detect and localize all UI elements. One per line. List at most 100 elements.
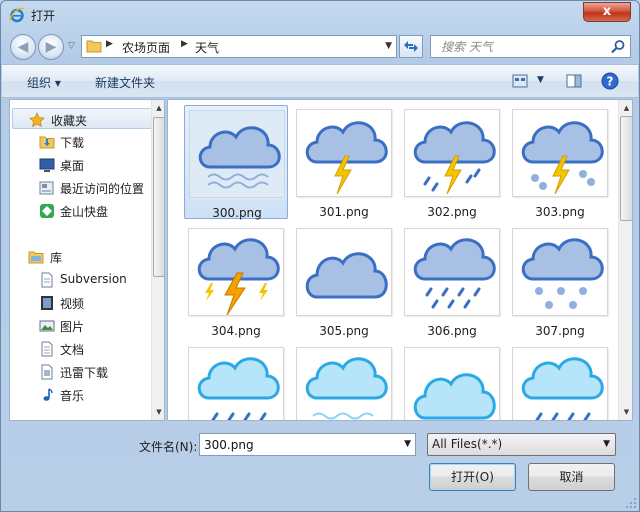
open-file-dialog: 打开 x ◀ ▶ ▽ ▶ 农场页面 ▶ 天气 ▼ 组织 ▾ 新建文件夹 <box>0 0 640 512</box>
file-item-304[interactable]: 304.png <box>184 224 288 338</box>
chevron-down-icon[interactable]: ▼ <box>385 41 392 51</box>
file-item-308[interactable] <box>184 343 288 420</box>
nav-item-kuaipan[interactable]: 金山快盘 <box>10 200 151 221</box>
file-item-301[interactable]: 301.png <box>292 105 396 219</box>
refresh-button[interactable] <box>399 35 423 58</box>
file-name: 305.png <box>319 324 369 338</box>
resize-grip-icon[interactable] <box>625 497 637 509</box>
nav-item-documents[interactable]: 文档 <box>10 338 151 359</box>
open-button[interactable]: 打开(O) <box>429 463 516 491</box>
scroll-up-icon[interactable]: ▲ <box>619 101 632 115</box>
nav-item-recent-places-label: 最近访问的位置 <box>60 182 145 196</box>
filename-input[interactable] <box>200 434 395 455</box>
file-item-309[interactable] <box>292 343 396 420</box>
filename-combobox[interactable]: ▼ <box>199 433 416 456</box>
nav-item-kuaipan-label: 金山快盘 <box>60 205 109 219</box>
cloud-light-icon <box>404 347 500 420</box>
nav-favorites[interactable]: 收藏夹 <box>12 108 153 129</box>
file-item-300[interactable]: 300.png <box>184 105 288 220</box>
nav-item-xunlei-downloads-label: 迅雷下载 <box>60 366 109 380</box>
preview-pane-icon[interactable] <box>566 74 582 88</box>
organize-menu-button[interactable]: 组织 ▾ <box>27 74 61 91</box>
nav-item-pictures[interactable]: 图片 <box>10 315 151 336</box>
library-document-icon <box>41 364 53 380</box>
history-buttons: ◀ ▶ <box>10 34 70 60</box>
nav-item-videos-label: 视频 <box>60 297 85 311</box>
file-item-306[interactable]: 306.png <box>400 224 504 338</box>
chevron-down-icon[interactable]: ▼ <box>603 439 610 449</box>
nav-item-downloads-label: 下载 <box>60 136 85 150</box>
file-item-302[interactable]: 302.png <box>400 105 504 219</box>
file-item-307[interactable]: 307.png <box>508 224 612 338</box>
breadcrumb-farm-pages[interactable]: 农场页面 <box>122 39 170 56</box>
breadcrumb-weather[interactable]: 天气 <box>195 39 219 56</box>
nav-item-music[interactable]: 音乐 <box>10 384 151 405</box>
nav-item-videos[interactable]: 视频 <box>10 292 151 313</box>
cloud-rain-icon <box>404 228 500 316</box>
star-icon <box>29 112 45 128</box>
cloud-thunder-snow-icon <box>512 109 608 197</box>
nav-item-documents-label: 文档 <box>60 343 85 357</box>
nav-item-downloads[interactable]: 下载 <box>10 131 151 152</box>
back-button[interactable]: ◀ <box>10 34 36 60</box>
file-name: 306.png <box>427 324 477 338</box>
file-scroll-thumb[interactable] <box>620 116 632 221</box>
scroll-down-icon[interactable]: ▼ <box>152 405 164 419</box>
recent-places-icon <box>39 181 54 195</box>
file-item-303[interactable]: 303.png <box>508 105 612 219</box>
file-name: 301.png <box>319 205 369 219</box>
help-icon[interactable]: ? <box>601 72 619 90</box>
library-document-icon <box>41 272 53 288</box>
close-button[interactable]: x <box>583 2 631 22</box>
file-item-311[interactable] <box>508 343 612 420</box>
new-folder-button[interactable]: 新建文件夹 <box>95 74 155 91</box>
file-scrollbar[interactable]: ▲ ▼ <box>618 100 632 420</box>
nav-scrollbar[interactable]: ▲ ▼ <box>151 100 164 420</box>
file-list[interactable]: 300.png 301.png 302.png 303.png 304.png … <box>167 99 633 421</box>
recent-locations-dropdown[interactable]: ▽ <box>68 41 75 51</box>
search-input[interactable] <box>431 36 607 57</box>
cloud-icon <box>296 228 392 316</box>
nav-item-xunlei-downloads[interactable]: 迅雷下载 <box>10 361 151 382</box>
file-item-310[interactable] <box>400 343 504 420</box>
chevron-down-icon[interactable]: ▼ <box>404 439 411 449</box>
navigation-pane[interactable]: 收藏夹 下载 桌面 最近访问的位置 金山快盘 库 Subversion 视频 图… <box>9 99 165 421</box>
chevron-down-icon[interactable]: ▼ <box>537 75 544 85</box>
file-type-select[interactable]: All Files(*.*) ▼ <box>427 433 616 456</box>
scroll-down-icon[interactable]: ▼ <box>619 405 632 419</box>
cloud-snow-icon <box>512 228 608 316</box>
file-name: 300.png <box>212 206 262 220</box>
cancel-button[interactable]: 取消 <box>528 463 615 491</box>
file-name: 302.png <box>427 205 477 219</box>
breadcrumb-arrow-icon[interactable]: ▶ <box>106 39 113 49</box>
nav-item-desktop-label: 桌面 <box>60 159 85 173</box>
search-icon[interactable] <box>610 39 626 55</box>
forward-button[interactable]: ▶ <box>38 34 64 60</box>
nav-item-subversion[interactable]: Subversion <box>10 269 151 290</box>
nav-libraries[interactable]: 库 <box>12 246 153 267</box>
address-bar[interactable]: ▶ 农场页面 ▶ 天气 ▼ <box>81 35 397 58</box>
nav-item-desktop[interactable]: 桌面 <box>10 154 151 175</box>
filename-label: 文件名(N): <box>139 440 198 454</box>
scroll-up-icon[interactable]: ▲ <box>152 101 164 115</box>
nav-item-pictures-label: 图片 <box>60 320 85 334</box>
pictures-icon <box>39 320 55 332</box>
file-item-305[interactable]: 305.png <box>292 224 396 338</box>
desktop-icon <box>39 158 55 172</box>
breadcrumb-arrow-icon[interactable]: ▶ <box>181 39 188 49</box>
search-box[interactable] <box>430 35 631 58</box>
nav-item-recent-places[interactable]: 最近访问的位置 <box>10 177 151 198</box>
command-toolbar: 组织 ▾ 新建文件夹 ▼ ? <box>2 64 638 98</box>
nav-item-subversion-label: Subversion <box>60 272 127 286</box>
cloud-thunder-icon <box>296 109 392 197</box>
file-type-value: All Files(*.*) <box>432 437 503 451</box>
cloud-fog-icon <box>189 110 285 198</box>
change-view-icon[interactable] <box>512 74 528 88</box>
file-name: 304.png <box>211 324 261 338</box>
library-icon <box>28 251 44 264</box>
downloads-icon <box>39 136 55 149</box>
file-name: 307.png <box>535 324 585 338</box>
title-bar[interactable]: 打开 x <box>1 1 639 29</box>
nav-scroll-thumb[interactable] <box>153 117 164 277</box>
cloud-rain-light-icon <box>188 347 284 420</box>
